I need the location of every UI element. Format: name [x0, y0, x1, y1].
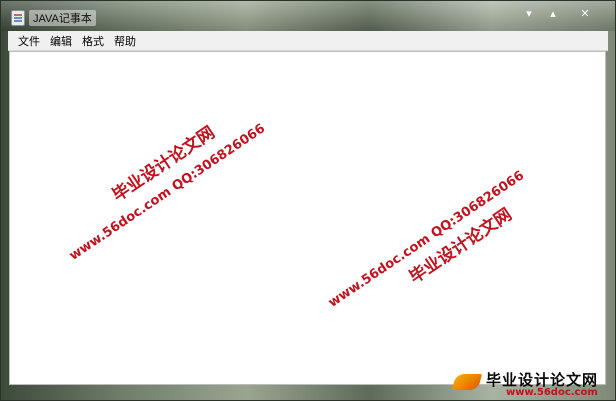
site-logo: 毕业设计论文网 www.56doc.com [450, 368, 610, 398]
menu-edit[interactable]: 编辑 [50, 33, 72, 49]
menu-bar: 文件 编辑 格式 帮助 [8, 31, 608, 51]
title-bar[interactable]: JAVA记事本 ▾ ▴ ✕ [1, 1, 615, 31]
close-button[interactable]: ✕ [571, 5, 599, 23]
maximize-button[interactable]: ▴ [541, 5, 565, 23]
menu-file[interactable]: 文件 [18, 33, 40, 49]
minimize-button[interactable]: ▾ [517, 5, 541, 23]
menu-help[interactable]: 帮助 [114, 33, 136, 49]
menu-format[interactable]: 格式 [82, 33, 104, 49]
logo-mark-icon [451, 374, 483, 390]
text-editor-area[interactable] [9, 51, 606, 385]
window-title: JAVA记事本 [29, 10, 96, 26]
app-window: JAVA记事本 ▾ ▴ ✕ 文件 编辑 格式 帮助 [0, 0, 616, 401]
logo-url: www.56doc.com [506, 387, 598, 398]
java-app-icon [11, 10, 25, 26]
